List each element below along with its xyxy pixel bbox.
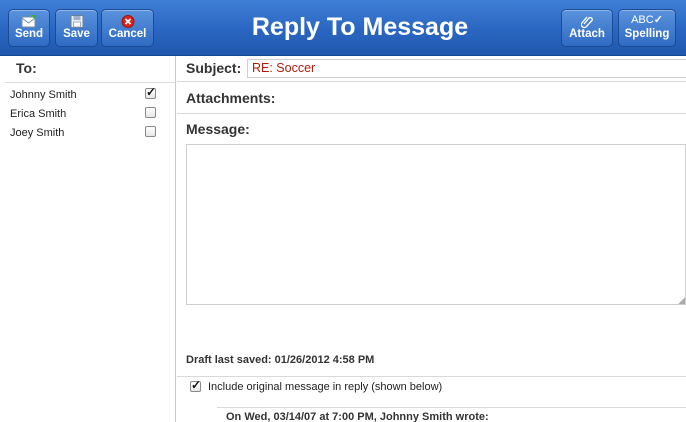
spelling-button[interactable]: ABC✓ Spelling — [618, 9, 676, 47]
send-label: Send — [14, 28, 44, 40]
message-textarea[interactable] — [186, 144, 686, 305]
compose-pane: Subject: RE: Soccer Attachments: Message… — [177, 56, 686, 422]
recipient-name: Erica Smith — [10, 108, 67, 120]
include-original-checkbox[interactable]: ✓ — [190, 378, 202, 392]
draft-divider — [177, 376, 686, 377]
recipient-checkbox[interactable] — [145, 126, 156, 137]
include-original-label: Include original message in reply (shown… — [208, 381, 443, 393]
reply-window: Send Save Cancel Reply To Message Attach… — [0, 0, 686, 422]
to-divider — [5, 82, 175, 83]
attachments-divider — [177, 113, 686, 114]
quote-divider — [217, 407, 686, 408]
attach-label: Attach — [569, 28, 605, 40]
recipient-row: Johnny Smith ✓ — [10, 85, 170, 105]
draft-status: Draft last saved: 01/26/2012 4:58 PM — [186, 354, 375, 366]
subject-divider — [177, 81, 686, 82]
recipient-row: Erica Smith — [10, 106, 170, 124]
cancel-button[interactable]: Cancel — [101, 9, 154, 47]
message-label: Message: — [186, 121, 250, 137]
recipient-checkbox[interactable] — [145, 107, 156, 118]
cancel-label: Cancel — [108, 28, 147, 40]
recipient-checkbox[interactable]: ✓ — [145, 85, 157, 99]
spellcheck-icon-text: ABC — [631, 14, 654, 26]
checkmark-icon: ✓ — [191, 378, 202, 392]
subject-label: Subject: — [186, 60, 242, 76]
send-button[interactable]: Send — [8, 9, 50, 47]
save-button[interactable]: Save — [55, 9, 98, 47]
toolbar: Send Save Cancel Reply To Message Attach… — [0, 0, 686, 56]
spelling-label: Spelling — [624, 28, 670, 40]
recipient-row: Joey Smith — [10, 125, 170, 143]
attachments-label: Attachments: — [186, 90, 276, 106]
checkmark-icon: ✓ — [146, 85, 157, 99]
spellcheck-icon: ABC✓ — [631, 14, 663, 26]
save-label: Save — [63, 28, 90, 40]
recipient-name: Joey Smith — [10, 127, 65, 139]
recipient-name: Johnny Smith — [10, 89, 77, 101]
to-heading: To: — [16, 60, 37, 76]
resize-grip-icon[interactable]: ◢ — [678, 295, 685, 306]
recipients-pane: To: Johnny Smith ✓ Erica Smith Joey Smit… — [0, 56, 176, 422]
quote-header: On Wed, 03/14/07 at 7:00 PM, Johnny Smit… — [226, 411, 489, 422]
subject-input[interactable]: RE: Soccer — [247, 59, 686, 78]
page-title: Reply To Message — [251, 13, 469, 41]
attach-button[interactable]: Attach — [561, 9, 613, 47]
